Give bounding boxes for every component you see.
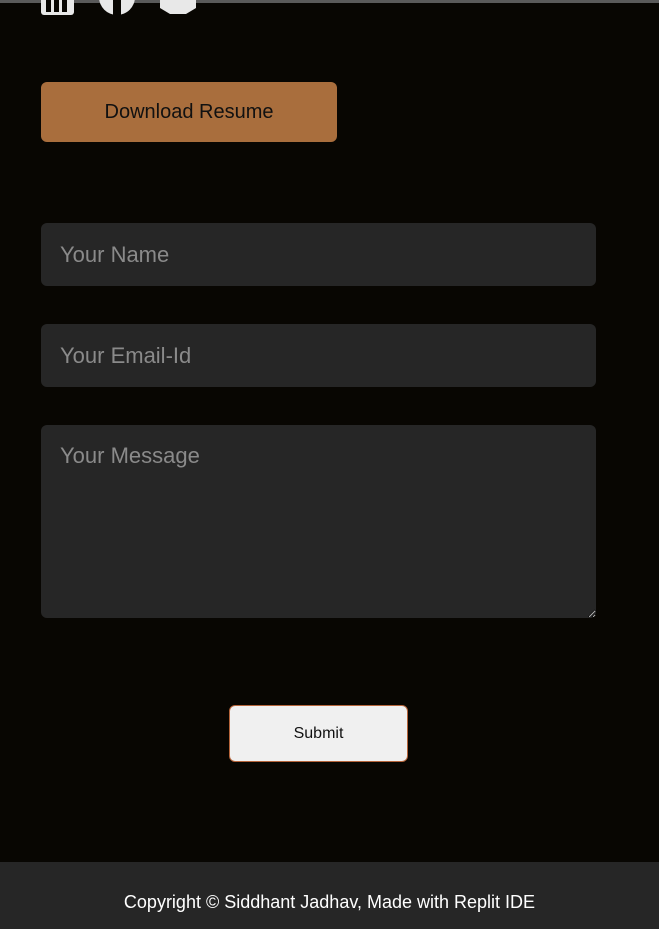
phone-icon[interactable] <box>98 0 138 16</box>
download-resume-button[interactable]: Download Resume <box>41 82 337 142</box>
message-field[interactable] <box>41 425 596 618</box>
footer: Copyright © Siddhant Jadhav, Made with R… <box>0 862 659 929</box>
copyright-text: Copyright © Siddhant Jadhav, Made with R… <box>123 892 536 912</box>
name-field[interactable] <box>41 223 596 286</box>
social-icons <box>40 0 210 16</box>
linkedin-icon[interactable] <box>40 0 76 16</box>
submit-button[interactable]: Submit <box>229 705 408 762</box>
email-field[interactable] <box>41 324 596 387</box>
tag-icon[interactable] <box>160 0 200 16</box>
